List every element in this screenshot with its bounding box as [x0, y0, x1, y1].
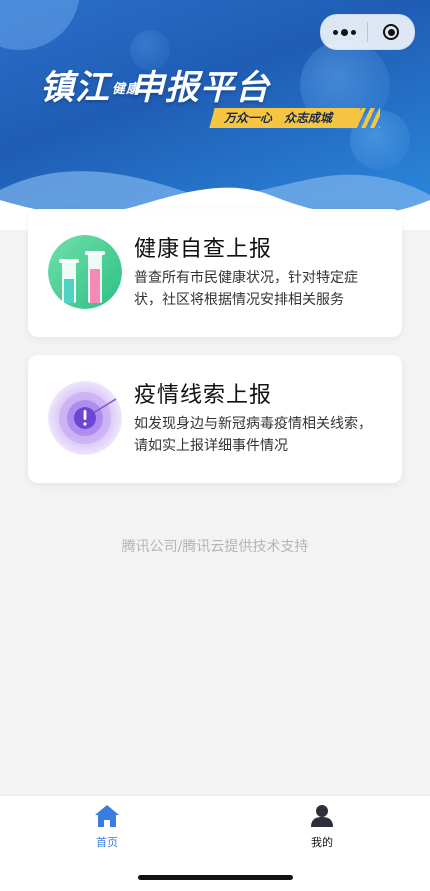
more-dots-icon	[332, 28, 356, 36]
tab-home-label: 首页	[96, 836, 118, 849]
banner-title-right: 申报平台	[130, 68, 270, 108]
alert-radar-icon	[48, 381, 122, 455]
close-circle-icon	[383, 24, 399, 40]
card-title: 疫情线索上报	[134, 383, 273, 408]
banner-slogan: 万众一心 众志成城	[209, 108, 361, 128]
home-icon	[95, 805, 119, 827]
home-indicator	[138, 875, 293, 880]
miniprogram-capsule	[320, 14, 415, 50]
more-button[interactable]	[321, 15, 367, 49]
test-tubes-icon	[48, 235, 122, 309]
tab-mine-label: 我的	[311, 836, 333, 849]
tab-mine[interactable]: 我的	[282, 804, 362, 850]
card-description: 如发现身边与新冠病毒疫情相关线索，请如实上报详细事件情况	[134, 416, 372, 454]
tab-home[interactable]: 首页	[67, 804, 147, 850]
card-title: 健康自查上报	[134, 237, 273, 262]
slogan-stripes	[344, 108, 380, 128]
banner-title-left: 镇江	[40, 68, 110, 108]
banner-decoration	[0, 0, 80, 50]
close-button[interactable]	[368, 15, 414, 49]
banner-title: 镇江 健康申报平台	[40, 60, 270, 109]
header-banner: 镇江 健康申报平台 万众一心 众志成城	[0, 0, 430, 230]
user-icon	[311, 805, 333, 827]
epidemic-clue-card[interactable]: 疫情线索上报 如发现身边与新冠病毒疫情相关线索，请如实上报详细事件情况	[28, 355, 402, 483]
health-self-check-card[interactable]: 健康自查上报 普查所有市民健康状况，针对特定症状，社区将根据情况安排相关服务	[28, 209, 402, 337]
banner-title-small: 健康	[112, 81, 141, 97]
card-description: 普查所有市民健康状况，针对特定症状，社区将根据情况安排相关服务	[134, 270, 358, 308]
tech-support-text: 腾讯公司/腾讯云提供技术支持	[121, 539, 309, 555]
